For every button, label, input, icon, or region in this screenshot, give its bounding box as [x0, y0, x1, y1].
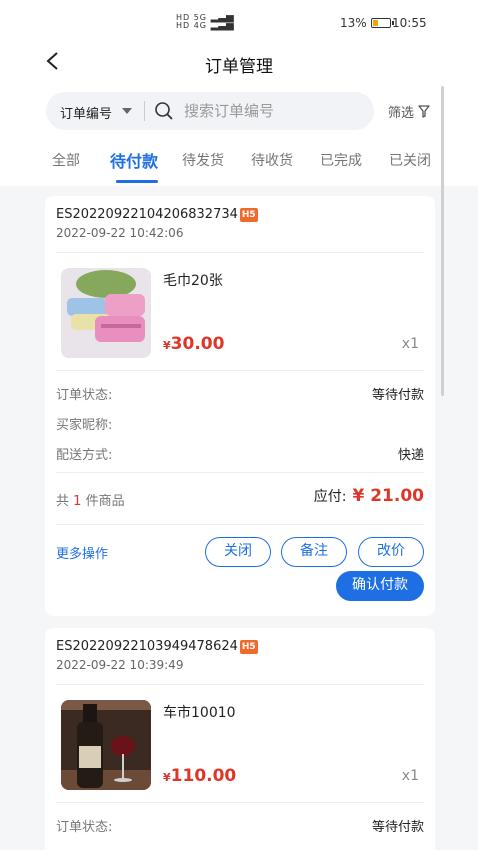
- count-number: 1: [73, 494, 82, 509]
- battery-group: 13%: [340, 16, 394, 30]
- price-value: 30.00: [170, 334, 225, 354]
- chevron-down-icon[interactable]: [122, 108, 132, 114]
- search-input[interactable]: [184, 99, 364, 123]
- order-number: ES20220922104206832734: [56, 207, 238, 222]
- clock: 10:55: [392, 16, 427, 30]
- signal-2-label: HD 4G: [176, 21, 208, 30]
- buyer-label: 买家昵称:: [56, 418, 113, 433]
- currency-symbol: ¥: [163, 339, 171, 352]
- tab-pending-payment[interactable]: 待付款: [110, 148, 158, 172]
- divider: [56, 524, 424, 525]
- change-price-button[interactable]: 改价: [358, 537, 424, 567]
- search-bar: 订单编号: [46, 92, 374, 130]
- scrollbar[interactable]: [441, 86, 444, 396]
- product-name: 车市10010: [163, 705, 236, 721]
- tab-all[interactable]: 全部: [52, 150, 80, 170]
- confirm-payment-button[interactable]: 确认付款: [336, 571, 424, 601]
- count-prefix: 共: [56, 494, 70, 509]
- item-count: 共 1 件商品: [56, 490, 125, 509]
- order-card: ES20220922103949478624 H5 2022-09-22 10:…: [45, 628, 435, 850]
- divider: [56, 684, 424, 685]
- payable-label: 应付:: [313, 489, 347, 505]
- tab-pending-shipment[interactable]: 待发货: [182, 150, 224, 170]
- delivery-value: 快递: [397, 448, 424, 463]
- status-label: 订单状态:: [56, 388, 113, 403]
- product-quantity: x1: [401, 768, 419, 784]
- search-type-select[interactable]: 订单编号: [60, 103, 112, 122]
- status-value: 等待付款: [371, 820, 424, 835]
- order-number-row: ES20220922104206832734 H5: [56, 207, 258, 222]
- order-number: ES20220922103949478624: [56, 639, 238, 654]
- tab-completed[interactable]: 已完成: [320, 150, 362, 170]
- signal-indicators: HD 5G ▂▃▅ HD 4G ▂▃▅: [176, 13, 234, 31]
- price-value: 110.00: [170, 766, 237, 786]
- product-name: 毛巾20张: [163, 273, 223, 289]
- divider: [56, 252, 424, 253]
- signal-bars-icon: ▂▃▅: [210, 20, 234, 31]
- order-time: 2022-09-22 10:39:49: [56, 658, 184, 672]
- product-quantity: x1: [401, 336, 419, 352]
- divider: [56, 472, 424, 473]
- product-image-towel[interactable]: [61, 268, 151, 358]
- count-suffix: 件商品: [85, 494, 125, 509]
- battery-icon: [370, 18, 394, 28]
- active-tab-indicator: [116, 180, 158, 183]
- more-actions-link[interactable]: 更多操作: [56, 543, 108, 562]
- order-time: 2022-09-22 10:42:06: [56, 226, 184, 240]
- tab-closed[interactable]: 已关闭: [389, 150, 431, 170]
- close-order-button[interactable]: 关闭: [205, 537, 271, 567]
- search-icon: [155, 102, 173, 120]
- product-price: ¥30.00: [163, 334, 224, 354]
- page-title: 订单管理: [205, 57, 273, 77]
- filter-button[interactable]: 筛选: [388, 102, 430, 121]
- divider: [56, 370, 424, 371]
- delivery-label: 配送方式:: [56, 448, 113, 463]
- filter-label: 筛选: [388, 106, 415, 121]
- nav-bar: 订单管理: [0, 40, 478, 84]
- product-price: ¥110.00: [163, 766, 236, 786]
- status-tabs: 全部 待付款 待发货 待收货 已完成 已关闭: [0, 146, 478, 186]
- search-divider: [144, 101, 145, 121]
- product-image-wine[interactable]: [61, 700, 151, 790]
- payable-row: 应付: ¥ 21.00: [314, 486, 424, 506]
- order-number-row: ES20220922103949478624 H5: [56, 639, 258, 654]
- currency-symbol: ¥: [163, 771, 171, 784]
- status-value: 等待付款: [371, 388, 424, 403]
- battery-percent: 13%: [340, 16, 367, 30]
- remark-button[interactable]: 备注: [281, 537, 347, 567]
- filter-icon: [418, 105, 430, 118]
- divider: [56, 802, 424, 803]
- h5-badge: H5: [239, 639, 258, 654]
- tab-pending-receipt[interactable]: 待收货: [251, 150, 293, 170]
- status-label: 订单状态:: [56, 820, 113, 835]
- h5-badge: H5: [239, 207, 258, 222]
- payable-amount: ¥ 21.00: [352, 486, 424, 506]
- order-card: ES20220922104206832734 H5 2022-09-22 10:…: [45, 196, 435, 616]
